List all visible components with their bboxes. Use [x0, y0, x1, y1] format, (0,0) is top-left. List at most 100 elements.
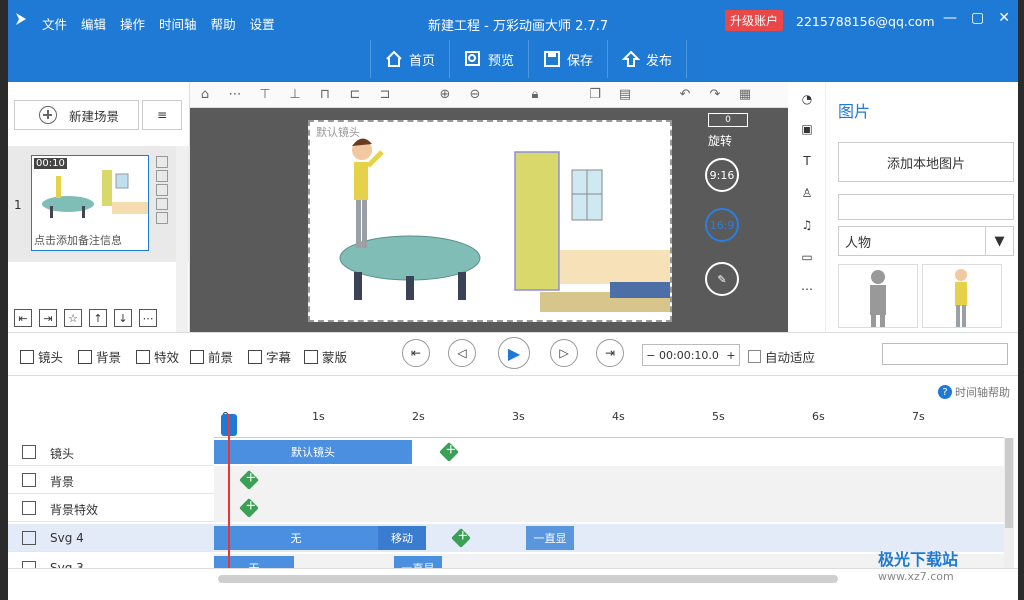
- import-icon[interactable]: ⇤: [14, 309, 32, 327]
- track-lane[interactable]: [214, 494, 1004, 522]
- align-top-icon[interactable]: ⊤: [250, 84, 280, 106]
- image-item-person-yellow[interactable]: [922, 264, 1002, 328]
- copy-element-icon[interactable]: ❐: [580, 84, 610, 106]
- account-email[interactable]: 2215788156@qq.com: [796, 14, 935, 29]
- shape-icon[interactable]: ◔: [798, 90, 816, 108]
- menu-settings[interactable]: 设置: [250, 14, 275, 33]
- menu-edit[interactable]: 编辑: [81, 14, 106, 33]
- ratio-9-16-button[interactable]: 9:16: [705, 158, 739, 192]
- track-background[interactable]: 背景: [8, 466, 1004, 494]
- image-icon[interactable]: ▣: [798, 120, 816, 138]
- clip-default-camera[interactable]: 默认镜头: [214, 440, 412, 464]
- timeline-horizontal-scrollbar[interactable]: [218, 575, 838, 583]
- more-tools-icon[interactable]: ⋯: [798, 280, 816, 298]
- copy-icon[interactable]: [156, 156, 168, 168]
- stage[interactable]: 默认镜头: [308, 120, 672, 322]
- zoom-in-icon[interactable]: ⊕: [430, 84, 460, 106]
- more-icon[interactable]: ⋯: [139, 309, 157, 327]
- menu-file[interactable]: 文件: [42, 14, 67, 33]
- rotate-value[interactable]: 0: [708, 113, 748, 127]
- track-lane[interactable]: [214, 466, 1004, 494]
- duration-value[interactable]: 00:00:10.0: [659, 349, 723, 362]
- prev-frame-button[interactable]: ◁: [448, 339, 476, 367]
- upgrade-button[interactable]: 升级账户: [725, 10, 784, 31]
- track-bg-effects[interactable]: 背景特效: [8, 494, 1004, 522]
- text-icon[interactable]: T: [798, 152, 816, 170]
- favorite-icon[interactable]: ☆: [64, 309, 82, 327]
- home-view-icon[interactable]: ⌂: [190, 84, 220, 106]
- clip-always-show[interactable]: 一直显: [526, 526, 574, 550]
- paste-icon[interactable]: ▤: [610, 84, 640, 106]
- redo-icon[interactable]: ↷: [700, 84, 730, 106]
- tool-foreground[interactable]: 前景: [190, 347, 233, 366]
- menu-timeline[interactable]: 时间轴: [159, 14, 197, 33]
- timeline-help-link[interactable]: ? 时间轴帮助: [938, 384, 1010, 400]
- music-icon[interactable]: ♫: [798, 216, 816, 234]
- add-keyframe-icon[interactable]: [239, 470, 259, 490]
- character-icon[interactable]: ♙: [798, 184, 816, 202]
- tool-mask[interactable]: 蒙版: [304, 347, 347, 366]
- move-up-icon[interactable]: ↑: [89, 309, 107, 327]
- timeline-ruler[interactable]: 0 1s 2s 3s 4s 5s 6s 7s: [214, 408, 1004, 438]
- menu-operate[interactable]: 操作: [120, 14, 145, 33]
- delete-icon[interactable]: [156, 170, 168, 182]
- maximize-icon[interactable]: ▢: [971, 10, 984, 26]
- scene-sort-button[interactable]: ≡: [142, 100, 182, 130]
- scroll-thumb[interactable]: [1005, 438, 1013, 528]
- zoom-out-icon[interactable]: ⊖: [460, 84, 490, 106]
- next-frame-button[interactable]: ▷: [550, 339, 578, 367]
- star-icon[interactable]: [156, 212, 168, 224]
- category-select[interactable]: 人物 ▼: [838, 226, 1014, 256]
- nav-publish-button[interactable]: 发布: [607, 40, 688, 78]
- undo-icon[interactable]: ↶: [670, 84, 700, 106]
- export-icon[interactable]: [156, 184, 168, 196]
- clip-none[interactable]: 无: [214, 526, 378, 550]
- tool-camera[interactable]: 镜头: [20, 347, 63, 366]
- next-scene-button[interactable]: ⇥: [596, 339, 624, 367]
- add-local-image-button[interactable]: 添加本地图片: [838, 142, 1014, 182]
- track-camera[interactable]: 镜头 默认镜头: [8, 438, 1004, 466]
- prev-scene-button[interactable]: ⇤: [402, 339, 430, 367]
- align-left-icon[interactable]: ⊏: [340, 84, 370, 106]
- nav-save-button[interactable]: 保存: [528, 40, 607, 78]
- nav-home-button[interactable]: 首页: [370, 40, 449, 78]
- menu-help[interactable]: 帮助: [211, 14, 236, 33]
- image-search-input[interactable]: [838, 194, 1014, 220]
- autofit-toggle[interactable]: 自动适应: [748, 347, 815, 366]
- duration-stepper[interactable]: − 00:00:10.0 +: [642, 344, 740, 366]
- history-icon[interactable]: ▦: [730, 84, 760, 106]
- edit-pen-icon[interactable]: ✎: [705, 262, 739, 296]
- duplicate-icon[interactable]: [156, 198, 168, 210]
- track-lane[interactable]: 默认镜头: [214, 438, 1004, 466]
- lock-icon[interactable]: 🔒︎: [520, 84, 550, 106]
- close-icon[interactable]: ✕: [998, 10, 1010, 26]
- scene-thumbnail[interactable]: 00:10 点击添加备注信息: [31, 155, 149, 251]
- move-down-icon[interactable]: ↓: [114, 309, 132, 327]
- track-svg4[interactable]: Svg 4 无 移动 一直显: [8, 524, 1004, 552]
- more-options-icon[interactable]: ⋯: [220, 84, 250, 106]
- add-keyframe-icon[interactable]: [439, 442, 459, 462]
- timeline-vertical-scrollbar[interactable]: [1004, 438, 1014, 568]
- plus-icon[interactable]: +: [723, 349, 739, 362]
- comment-icon[interactable]: ▭: [798, 248, 816, 266]
- align-middle-icon[interactable]: ⊥: [280, 84, 310, 106]
- new-scene-button[interactable]: 新建场景: [14, 100, 139, 130]
- align-bottom-icon[interactable]: ⊓: [310, 84, 340, 106]
- tool-subtitle[interactable]: 字幕: [248, 347, 291, 366]
- export-scene-icon[interactable]: ⇥: [39, 309, 57, 327]
- clip-move[interactable]: 移动: [378, 526, 426, 550]
- add-keyframe-icon[interactable]: [451, 528, 471, 548]
- ratio-16-9-button[interactable]: 16:9: [705, 208, 739, 242]
- image-item-person-gray[interactable]: [838, 264, 918, 328]
- tool-effects[interactable]: 特效: [136, 347, 179, 366]
- minus-icon[interactable]: −: [643, 349, 659, 362]
- timeline-zoom-slider[interactable]: [882, 343, 1008, 365]
- tool-background[interactable]: 背景: [78, 347, 121, 366]
- nav-preview-button[interactable]: 预览: [449, 40, 528, 78]
- play-button[interactable]: ▶: [498, 337, 530, 369]
- add-keyframe-icon[interactable]: [239, 498, 259, 518]
- autofit-checkbox[interactable]: [748, 350, 761, 363]
- scene-note[interactable]: 点击添加备注信息: [34, 232, 122, 248]
- minimize-icon[interactable]: —: [943, 10, 957, 26]
- distribute-icon[interactable]: ⊐: [370, 84, 400, 106]
